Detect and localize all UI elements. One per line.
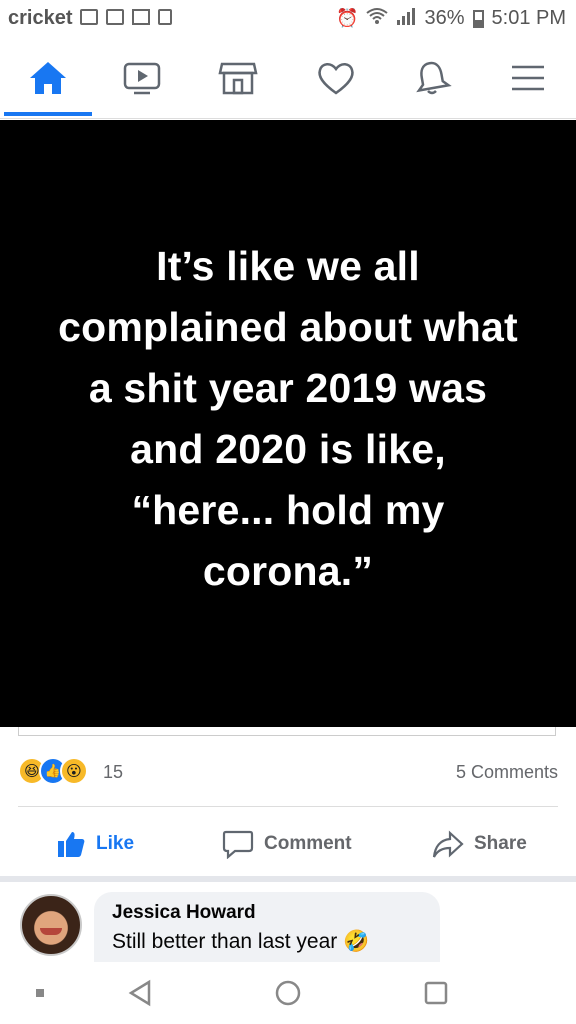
status-right: ⏰ 36% 5:01 PM [336,7,566,30]
square-dot-icon [36,989,44,997]
comment-button[interactable]: Comment [222,818,352,870]
status-bar: cricket ⏰ 36% 5:01 PM [0,0,576,38]
clock: 5:01 PM [491,7,566,29]
nav-home[interactable] [24,56,72,100]
top-nav-bar [0,38,576,119]
like-label: Like [96,833,135,854]
system-nav-bar [0,962,576,1024]
like-button[interactable]: Like [56,818,134,870]
divider [18,806,558,807]
back-triangle-icon [128,979,151,1007]
recents-dot-button[interactable] [20,976,60,1010]
comments-count-link[interactable]: 5 Comments [456,762,558,783]
dating-icon [318,63,354,95]
battery-icon [472,9,484,28]
active-tab-indicator [4,112,92,116]
post-image[interactable]: It’s like we all complained about what a… [0,120,576,727]
marketplace-icon [218,62,258,95]
alarm-icon: ⏰ [336,8,359,28]
comment-icon [222,830,254,859]
comment-item: Jessica Howard Still better than last ye… [0,882,576,962]
reaction-icons: 😆 👍 😮 [18,757,88,785]
avatar[interactable] [20,894,82,956]
nav-menu[interactable] [504,56,552,100]
nav-watch[interactable] [118,56,166,100]
nav-dating[interactable] [312,56,360,100]
voicemail-icon [80,9,98,25]
plus-box-icon [158,9,172,25]
nav-marketplace[interactable] [214,56,262,100]
notification-icons [80,9,172,25]
wow-reaction-icon: 😮 [60,757,88,785]
share-button[interactable]: Share [432,818,527,870]
video-icon [123,62,161,95]
drive-icon [132,9,150,25]
reaction-count: 15 [103,762,124,782]
nav-notifications[interactable] [408,56,456,100]
share-icon [432,830,464,858]
comment-bubble[interactable]: Jessica Howard Still better than last ye… [94,892,440,962]
post-image-text: It’s like we all complained about what a… [58,242,518,594]
comment-label: Comment [264,833,352,854]
home-button[interactable] [268,976,308,1010]
signal-icon [396,7,416,30]
square-icon [424,981,448,1005]
home-circle-icon [275,980,301,1006]
overview-button[interactable] [416,976,456,1010]
thumbs-up-icon [58,832,85,857]
carrier-name: cricket [8,7,73,29]
comment-author[interactable]: Jessica Howard [112,902,422,924]
notifications-icon [416,61,452,95]
battery-percent: 36% [424,7,465,29]
post-actions: Like Comment Share [0,818,576,870]
back-button[interactable] [120,976,160,1010]
comment-text: Still better than last year 🤣 [112,930,370,953]
reactions-row[interactable]: 😆 👍 😮 15 5 Comments [18,757,558,787]
image-frame [18,727,556,736]
wifi-icon [366,7,389,30]
share-label: Share [474,833,527,854]
menu-icon [512,65,544,91]
image-icon [106,9,124,25]
home-icon [30,62,66,94]
